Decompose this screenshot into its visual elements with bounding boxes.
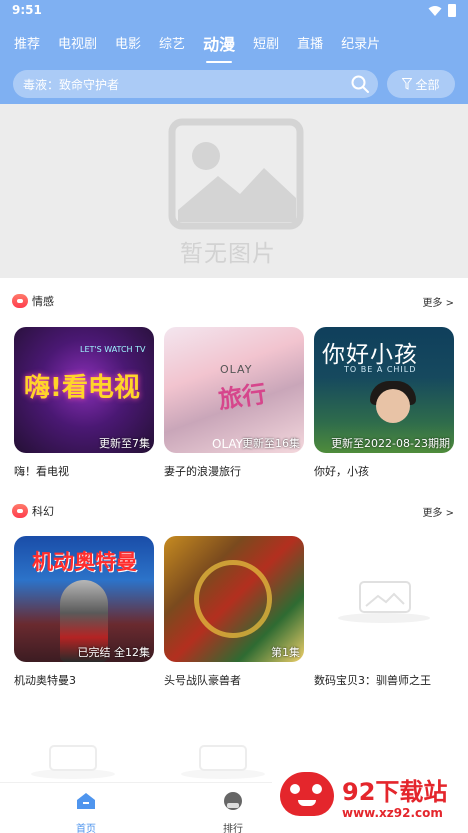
filter-all-button[interactable]: 全部	[387, 70, 455, 98]
image-placeholder-icon	[181, 745, 265, 779]
video-card[interactable]: OLAY 旅行 OLAY 更新至16集 妻子的浪漫旅行	[164, 327, 304, 478]
bottom-tab-label: 首页	[76, 824, 96, 833]
thumbnail-figure	[194, 560, 272, 638]
episode-badge: 更新至7集	[99, 437, 150, 450]
thumbnail-art-title: 旅行	[216, 379, 269, 415]
wifi-icon	[428, 5, 442, 16]
ranking-icon	[224, 792, 242, 810]
more-link[interactable]: 更多 >	[422, 294, 454, 309]
bottom-tab-ranking[interactable]: 排行	[203, 791, 263, 833]
thumbnail-art-text: TO BE A CHILD	[344, 365, 417, 374]
tab-documentary[interactable]: 纪录片	[341, 30, 380, 60]
video-thumbnail[interactable]: 机动奥特曼 已完结 全12集	[14, 536, 154, 662]
section-title: 科幻	[32, 505, 54, 518]
video-thumbnail[interactable]: LET'S WATCH TV 嗨!看电视 更新至7集	[14, 327, 154, 453]
section-header-scifi: 科幻 更多 >	[0, 502, 468, 522]
tab-recommend[interactable]: 推荐	[14, 30, 40, 60]
episode-badge: 更新至2022-08-23期期	[331, 437, 450, 450]
video-card[interactable]: LET'S WATCH TV 嗨!看电视 更新至7集 嗨！看电视	[14, 327, 154, 478]
battery-icon	[448, 4, 456, 17]
video-title[interactable]: 你好，小孩	[314, 463, 369, 479]
video-thumbnail[interactable]: 第1集	[164, 536, 304, 662]
watermark-logo-icon	[280, 772, 334, 816]
watermark-title: 92下载站	[342, 778, 448, 806]
tab-tv-series[interactable]: 电视剧	[58, 30, 97, 60]
video-title[interactable]: 数码宝贝3：驯兽师之王	[314, 672, 431, 688]
section-title: 情感	[32, 295, 54, 308]
image-placeholder-icon	[168, 118, 304, 230]
thumbnail-figure	[376, 389, 410, 423]
status-time: 9:51	[12, 3, 42, 17]
heart-flame-icon	[12, 504, 28, 518]
filter-icon	[402, 78, 413, 90]
more-link[interactable]: 更多 >	[422, 504, 454, 519]
tab-live[interactable]: 直播	[297, 30, 323, 60]
image-placeholder-icon	[31, 745, 115, 779]
home-icon	[77, 793, 95, 809]
episode-badge: 已完结 全12集	[77, 646, 151, 659]
search-input[interactable]: 毒液：致命守护者	[13, 70, 378, 98]
no-image-text: 暂无图片	[180, 241, 276, 267]
status-icons	[428, 4, 456, 17]
episode-badge: 第1集	[271, 646, 300, 659]
top-header: 9:51 推荐 电视剧 电影 综艺 动漫 短剧 直播 纪录片 毒液：致命守护者 …	[0, 0, 468, 104]
search-icon[interactable]	[350, 74, 370, 94]
tab-movie[interactable]: 电影	[115, 30, 141, 60]
thumbnail-art-text: OLAY	[220, 363, 253, 376]
video-thumbnail[interactable]: 你好小孩 TO BE A CHILD 更新至2022-08-23期期	[314, 327, 454, 453]
site-watermark: 92下载站 www.xz92.com	[272, 752, 468, 833]
video-title[interactable]: 妻子的浪漫旅行	[164, 463, 241, 479]
tab-variety[interactable]: 综艺	[159, 30, 185, 60]
video-title[interactable]: 机动奥特曼3	[14, 672, 76, 688]
thumbnail-art-title: 嗨!看电视	[24, 373, 140, 403]
video-title[interactable]: 头号战队豪兽者	[164, 672, 241, 688]
video-card[interactable]: 第1集 头号战队豪兽者	[164, 536, 304, 687]
image-placeholder-icon	[338, 581, 430, 623]
video-thumbnail[interactable]: OLAY 旅行 OLAY 更新至16集	[164, 327, 304, 453]
tab-short-drama[interactable]: 短剧	[253, 30, 279, 60]
thumbnail-art-text: LET'S WATCH TV	[80, 345, 146, 354]
thumbnail-art-title: 机动奥特曼	[32, 550, 137, 574]
video-thumbnail[interactable]	[314, 536, 454, 662]
thumbnail-art-title: 你好小孩	[322, 342, 418, 368]
watermark-url: www.xz92.com	[342, 806, 443, 820]
category-tabs: 推荐 电视剧 电影 综艺 动漫 短剧 直播 纪录片	[14, 30, 464, 64]
thumbnail-art-text: OLAY	[212, 437, 244, 451]
search-placeholder: 毒液：致命守护者	[23, 78, 120, 92]
filter-all-label: 全部	[415, 77, 440, 92]
status-bar: 9:51	[0, 0, 468, 22]
video-card[interactable]: 你好小孩 TO BE A CHILD 更新至2022-08-23期期 你好，小孩	[314, 327, 454, 478]
video-card[interactable]: 机动奥特曼 已完结 全12集 机动奥特曼3	[14, 536, 154, 687]
bottom-tab-label: 排行	[223, 824, 243, 833]
section-header-emotion: 情感 更多 >	[0, 292, 468, 312]
bottom-tab-home[interactable]: 首页	[56, 791, 116, 833]
tab-anime[interactable]: 动漫	[203, 30, 235, 63]
banner[interactable]: 暂无图片	[0, 104, 468, 278]
video-title[interactable]: 嗨！看电视	[14, 463, 69, 479]
episode-badge: 更新至16集	[242, 437, 300, 450]
heart-flame-icon	[12, 294, 28, 308]
